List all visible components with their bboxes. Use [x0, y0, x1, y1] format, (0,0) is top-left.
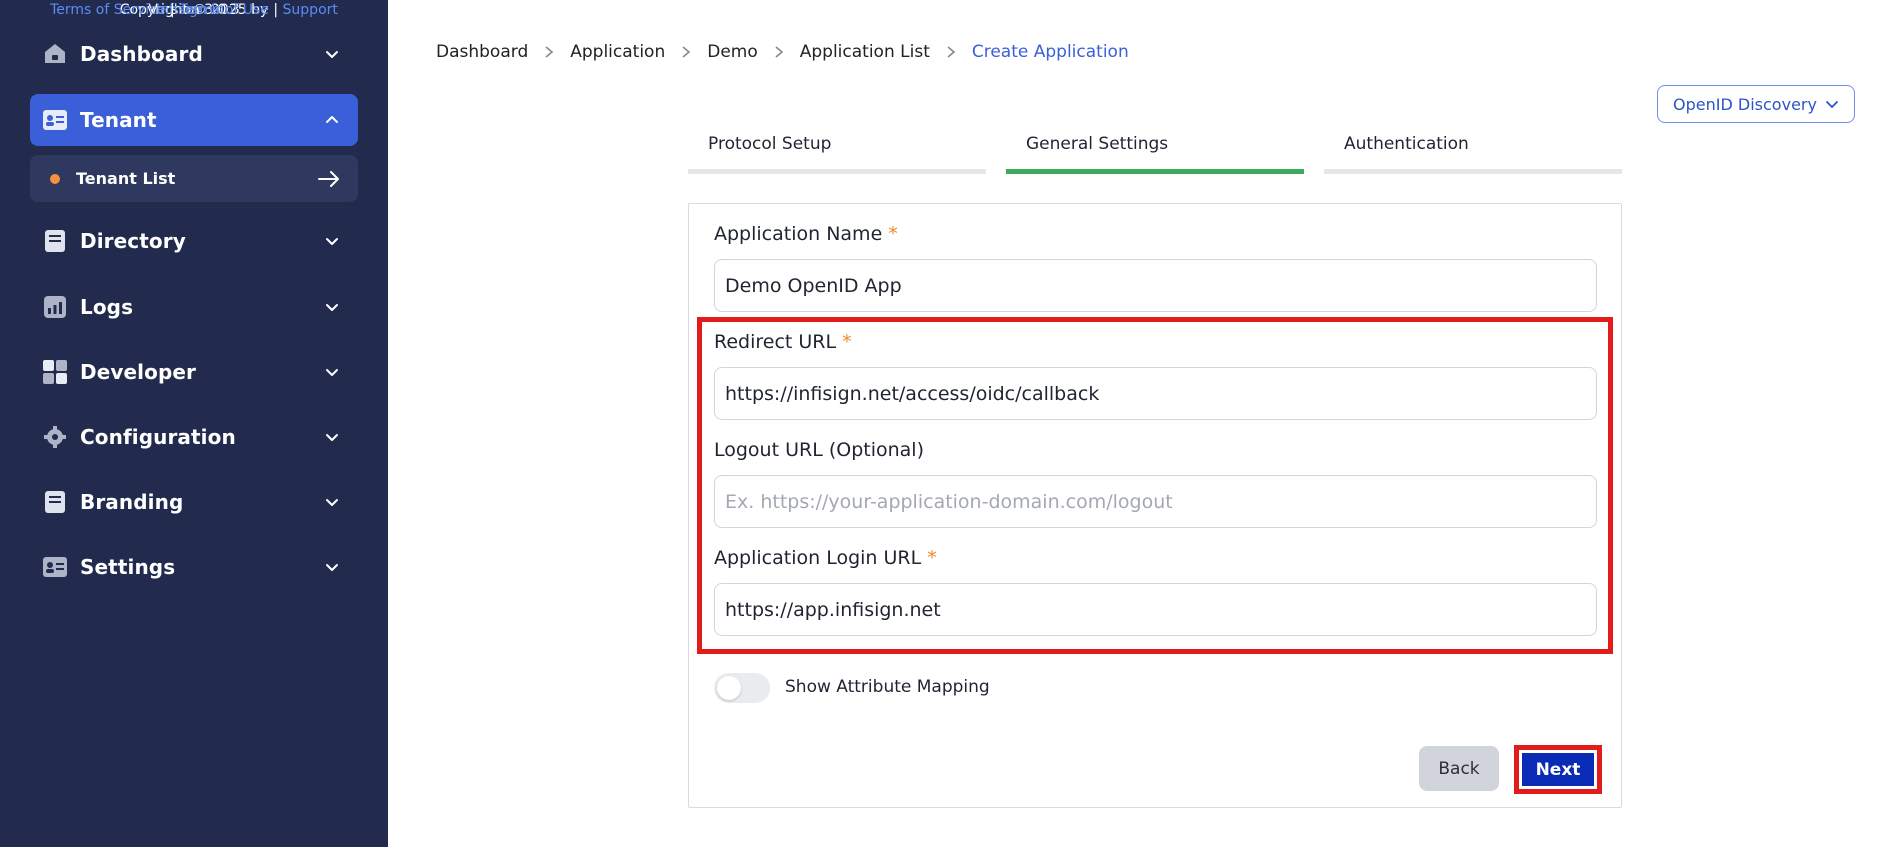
- sidebar-item-label: Tenant: [80, 108, 157, 132]
- footer-links: Terms of Service | Terms of Use | Suppor…: [0, 0, 388, 20]
- sidebar-item-directory[interactable]: Directory: [30, 215, 358, 267]
- terms-of-use-link[interactable]: Terms of Use: [179, 2, 269, 18]
- breadcrumb-application-list[interactable]: Application List: [800, 42, 930, 62]
- breadcrumb-application[interactable]: Application: [570, 42, 665, 62]
- chevron-right-icon: [774, 45, 784, 59]
- application-login-url-input[interactable]: [714, 583, 1597, 636]
- label-text: Application Login URL: [714, 547, 922, 569]
- chart-icon: [42, 294, 68, 320]
- sidebar-item-label: Dashboard: [80, 42, 203, 66]
- next-button-highlight: Next: [1514, 745, 1602, 794]
- logout-url-input[interactable]: [714, 475, 1597, 528]
- separator: |: [273, 2, 279, 18]
- chevron-down-icon: [320, 229, 344, 253]
- chevron-down-icon: [1825, 97, 1839, 111]
- tab-indicator: [1006, 169, 1304, 174]
- separator: |: [169, 2, 175, 18]
- attribute-mapping-label: Show Attribute Mapping: [785, 677, 990, 697]
- tab-label: Protocol Setup: [708, 134, 832, 154]
- breadcrumb-demo[interactable]: Demo: [707, 42, 758, 62]
- tab-indicator: [1324, 169, 1622, 174]
- required-mark: *: [842, 331, 852, 353]
- home-icon: [42, 41, 68, 67]
- chevron-down-icon: [320, 42, 344, 66]
- sidebar-item-label: Branding: [80, 490, 184, 514]
- sidebar-item-label: Developer: [80, 360, 197, 384]
- support-link[interactable]: Support: [283, 2, 338, 18]
- application-name-input[interactable]: [714, 259, 1597, 312]
- toggle-knob: [717, 676, 741, 700]
- label-text: Redirect URL: [714, 331, 837, 353]
- sidebar-item-label: Configuration: [80, 425, 236, 449]
- chevron-down-icon: [320, 295, 344, 319]
- label-text: Application Name: [714, 223, 883, 245]
- chevron-right-icon: [681, 45, 691, 59]
- sidebar-item-configuration[interactable]: Configuration: [30, 411, 358, 463]
- tab-label: Authentication: [1344, 134, 1469, 154]
- sidebar-item-branding[interactable]: Branding: [30, 476, 358, 528]
- next-button[interactable]: Next: [1522, 753, 1594, 786]
- sidebar-item-label: Directory: [80, 229, 186, 253]
- tab-authentication[interactable]: Authentication: [1324, 134, 1622, 174]
- attribute-mapping-toggle[interactable]: [714, 673, 770, 703]
- tab-indicator: [688, 169, 986, 174]
- chevron-down-icon: [320, 425, 344, 449]
- sidebar-item-logs[interactable]: Logs: [30, 281, 358, 333]
- arrow-right-icon: [318, 170, 340, 187]
- sidebar: Dashboard Tenant Tenant List Directory L…: [0, 0, 388, 847]
- breadcrumb: Dashboard Application Demo Application L…: [436, 40, 1129, 64]
- sidebar-subitem-label: Tenant List: [76, 169, 176, 188]
- sidebar-item-dashboard[interactable]: Dashboard: [30, 28, 358, 80]
- required-mark: *: [927, 547, 937, 569]
- chevron-right-icon: [544, 45, 554, 59]
- document-icon: [42, 489, 68, 515]
- redirect-url-label: Redirect URL *: [714, 331, 852, 353]
- chevron-down-icon: [320, 490, 344, 514]
- terms-of-service-link[interactable]: Terms of Service: [50, 2, 165, 18]
- grid-icon: [42, 359, 68, 385]
- application-name-label: Application Name *: [714, 223, 898, 245]
- sidebar-item-developer[interactable]: Developer: [30, 346, 358, 398]
- document-icon: [42, 228, 68, 254]
- openid-discovery-label: OpenID Discovery: [1673, 94, 1817, 114]
- sidebar-item-label: Logs: [80, 295, 134, 319]
- breadcrumb-create-application: Create Application: [971, 42, 1129, 62]
- application-login-url-label: Application Login URL *: [714, 547, 937, 569]
- chevron-down-icon: [320, 360, 344, 384]
- chevron-up-icon: [320, 108, 344, 132]
- sidebar-subitem-tenant-list[interactable]: Tenant List: [30, 155, 358, 202]
- chevron-down-icon: [320, 555, 344, 579]
- tab-general-settings[interactable]: General Settings: [1006, 134, 1304, 174]
- tab-label: General Settings: [1026, 134, 1169, 154]
- gear-icon: [42, 424, 68, 450]
- chevron-right-icon: [946, 45, 956, 59]
- id-card-icon: [42, 554, 68, 580]
- logout-url-label: Logout URL (Optional): [714, 439, 924, 461]
- required-mark: *: [888, 223, 898, 245]
- sidebar-item-tenant[interactable]: Tenant: [30, 94, 358, 146]
- tab-protocol-setup[interactable]: Protocol Setup: [688, 134, 986, 174]
- id-card-icon: [42, 107, 68, 133]
- breadcrumb-dashboard[interactable]: Dashboard: [436, 42, 528, 62]
- sidebar-item-settings[interactable]: Settings: [30, 541, 358, 593]
- bullet-dot: [50, 173, 60, 184]
- openid-discovery-button[interactable]: OpenID Discovery: [1657, 85, 1855, 123]
- back-button[interactable]: Back: [1419, 746, 1499, 791]
- sidebar-item-label: Settings: [80, 555, 176, 579]
- redirect-url-input[interactable]: [714, 367, 1597, 420]
